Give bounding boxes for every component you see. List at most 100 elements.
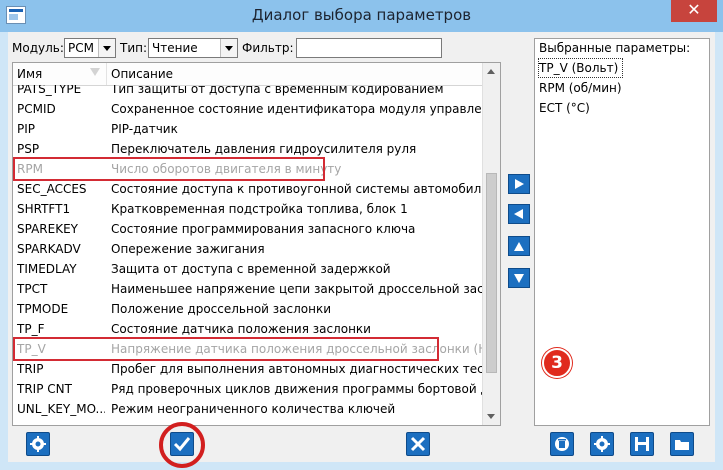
parameter-name: TPCT: [17, 282, 48, 296]
open-button[interactable]: [670, 432, 694, 456]
confirm-button[interactable]: [170, 432, 194, 456]
parameter-name: TRIP: [17, 362, 44, 376]
selected-item[interactable]: RPM (об/мин): [539, 79, 622, 97]
parameter-name: TP_V: [17, 342, 46, 356]
table-header: Имя Описание: [13, 63, 485, 86]
table-row[interactable]: TRIP CNT Ряд проверочных циклов движения …: [13, 379, 485, 399]
table-row[interactable]: RPM Число оборотов двигателя в минуту: [13, 159, 485, 179]
scroll-down-icon[interactable]: [483, 408, 500, 425]
table-row[interactable]: SPAREKEY Состояние программирования запас…: [13, 219, 485, 239]
selected-item[interactable]: TP_V (Вольт): [537, 58, 624, 78]
gear-icon: [30, 436, 46, 452]
parameter-description: Число оборотов двигателя в минуту: [111, 162, 342, 176]
table-row[interactable]: TRIP Пробег для выполнения автономных диа…: [13, 359, 485, 379]
arrow-left-icon: [514, 209, 523, 219]
parameter-description: Состояние программирования запасного клю…: [111, 222, 416, 236]
type-select[interactable]: Чтение: [148, 38, 238, 58]
filter-row: Модуль: PCM Тип: Чтение Фильтр:: [12, 38, 502, 60]
parameter-description: Кратковременная подстройка топлива, блок…: [111, 202, 408, 216]
bottom-toolbar: [8, 422, 715, 468]
parameter-table: Имя Описание PATS_TYPE Тип защиты от дост…: [12, 62, 501, 426]
parameter-description: PIP-датчик: [111, 122, 178, 136]
table-row[interactable]: PCMID Сохраненное состояние идентификатор…: [13, 99, 485, 119]
window-title: Диалог выбора параметров: [251, 6, 472, 24]
filter-label: Фильтр:: [242, 41, 294, 55]
move-left-button[interactable]: [508, 204, 530, 224]
column-header-description[interactable]: Описание: [107, 63, 485, 85]
move-right-button[interactable]: [508, 174, 530, 194]
chevron-down-icon[interactable]: [98, 39, 115, 57]
parameter-name: TIMEDLAY: [17, 262, 77, 276]
parameter-description: Состояние доступа к противоугонной систе…: [111, 182, 485, 196]
dialog-client: Модуль: PCM Тип: Чтение Фильтр: Имя Опис…: [8, 32, 715, 468]
table-row[interactable]: TPCT Наименьшее напряжение цепи закрытой …: [13, 279, 485, 299]
parameter-name: SHRTFT1: [17, 202, 71, 216]
table-row[interactable]: TPMODE Положение дроссельной заслонки: [13, 299, 485, 319]
module-value: PCM: [68, 41, 94, 55]
parameter-description: Сохраненное состояние идентификатора мод…: [111, 102, 485, 116]
chevron-down-icon[interactable]: [220, 39, 237, 57]
scroll-thumb[interactable]: [486, 173, 497, 373]
save-button[interactable]: [630, 432, 654, 456]
table-row[interactable]: PATS_TYPE Тип защиты от доступа с временн…: [13, 85, 485, 99]
parameter-description: Защита от доступа с временной задержкой: [111, 262, 391, 276]
scroll-up-icon[interactable]: [483, 63, 500, 80]
delete-button[interactable]: [550, 432, 574, 456]
table-row[interactable]: PSP Переключатель давления гидроусилителя…: [13, 139, 485, 159]
move-down-button[interactable]: [508, 268, 530, 288]
trash-icon: [555, 437, 569, 451]
arrow-up-icon: [514, 242, 524, 251]
table-row[interactable]: UNL_KEY_MO... Режим неограниченного колич…: [13, 399, 485, 419]
table-row[interactable]: SPARKADV Опережение зажигания: [13, 239, 485, 259]
selected-header: Выбранные параметры:: [539, 41, 691, 55]
floppy-disk-icon: [635, 437, 649, 451]
type-value: Чтение: [152, 41, 198, 55]
table-body: PATS_TYPE Тип защиты от доступа с временн…: [13, 85, 485, 425]
settings-button[interactable]: [26, 432, 50, 456]
parameter-description: Тип защиты от доступа с временным кодиро…: [111, 85, 444, 96]
table-row[interactable]: TP_V Напряжение датчика положения дроссел…: [13, 339, 485, 359]
parameter-name: PCMID: [17, 102, 56, 116]
table-row[interactable]: TIMEDLAY Защита от доступа с временной за…: [13, 259, 485, 279]
parameter-name: PATS_TYPE: [17, 85, 82, 96]
table-row[interactable]: PIP PIP-датчик: [13, 119, 485, 139]
parameter-description: Пробег для выполнения автономных диагнос…: [111, 362, 485, 376]
filter-input[interactable]: [296, 38, 442, 58]
parameter-description: Опережение зажигания: [111, 242, 265, 256]
parameter-name: PIP: [17, 122, 36, 136]
close-icon: [410, 436, 426, 452]
title-bar: Диалог выбора параметров ✕: [0, 0, 723, 32]
parameter-description: Напряжение датчика положения дроссельной…: [111, 342, 485, 356]
close-button[interactable]: ✕: [671, 0, 717, 22]
cancel-button[interactable]: [406, 432, 430, 456]
table-row[interactable]: TP_F Состояние датчика положения заслонки: [13, 319, 485, 339]
arrow-down-icon: [514, 274, 524, 283]
vertical-scrollbar[interactable]: [482, 63, 500, 425]
gear-icon: [594, 436, 610, 452]
parameter-panel: Модуль: PCM Тип: Чтение Фильтр: Имя Опис…: [8, 32, 504, 426]
parameter-name: SEC_ACCES: [17, 182, 87, 196]
parameter-name: SPAREKEY: [17, 222, 78, 236]
column-label: Имя: [17, 67, 43, 81]
table-row[interactable]: SHRTFT1 Кратковременная подстройка топлив…: [13, 199, 485, 219]
type-label: Тип:: [120, 41, 148, 55]
parameter-name: UNL_KEY_MO...: [17, 402, 105, 416]
move-up-button[interactable]: [508, 236, 530, 256]
parameter-name: TPMODE: [17, 302, 69, 316]
parameter-description: Переключатель давления гидроусилителя ру…: [111, 142, 417, 156]
preferences-button[interactable]: [590, 432, 614, 456]
folder-icon: [675, 440, 689, 450]
parameter-name: TP_F: [17, 322, 45, 336]
parameter-description: Режим неограниченного количества ключей: [111, 402, 396, 416]
parameter-name: PSP: [17, 142, 40, 156]
column-header-name[interactable]: Имя: [13, 63, 107, 85]
selected-item[interactable]: ECT (°C): [539, 99, 590, 117]
parameter-name: RPM: [17, 162, 43, 176]
module-select[interactable]: PCM: [64, 38, 116, 58]
parameter-name: SPARKADV: [17, 242, 81, 256]
table-row[interactable]: SEC_ACCES Состояние доступа к противоугон…: [13, 179, 485, 199]
parameter-name: TRIP CNT: [17, 382, 72, 396]
parameter-description: Ряд проверочных циклов движения программ…: [111, 382, 485, 396]
arrow-right-icon: [515, 179, 524, 189]
sort-icon: [90, 68, 100, 78]
